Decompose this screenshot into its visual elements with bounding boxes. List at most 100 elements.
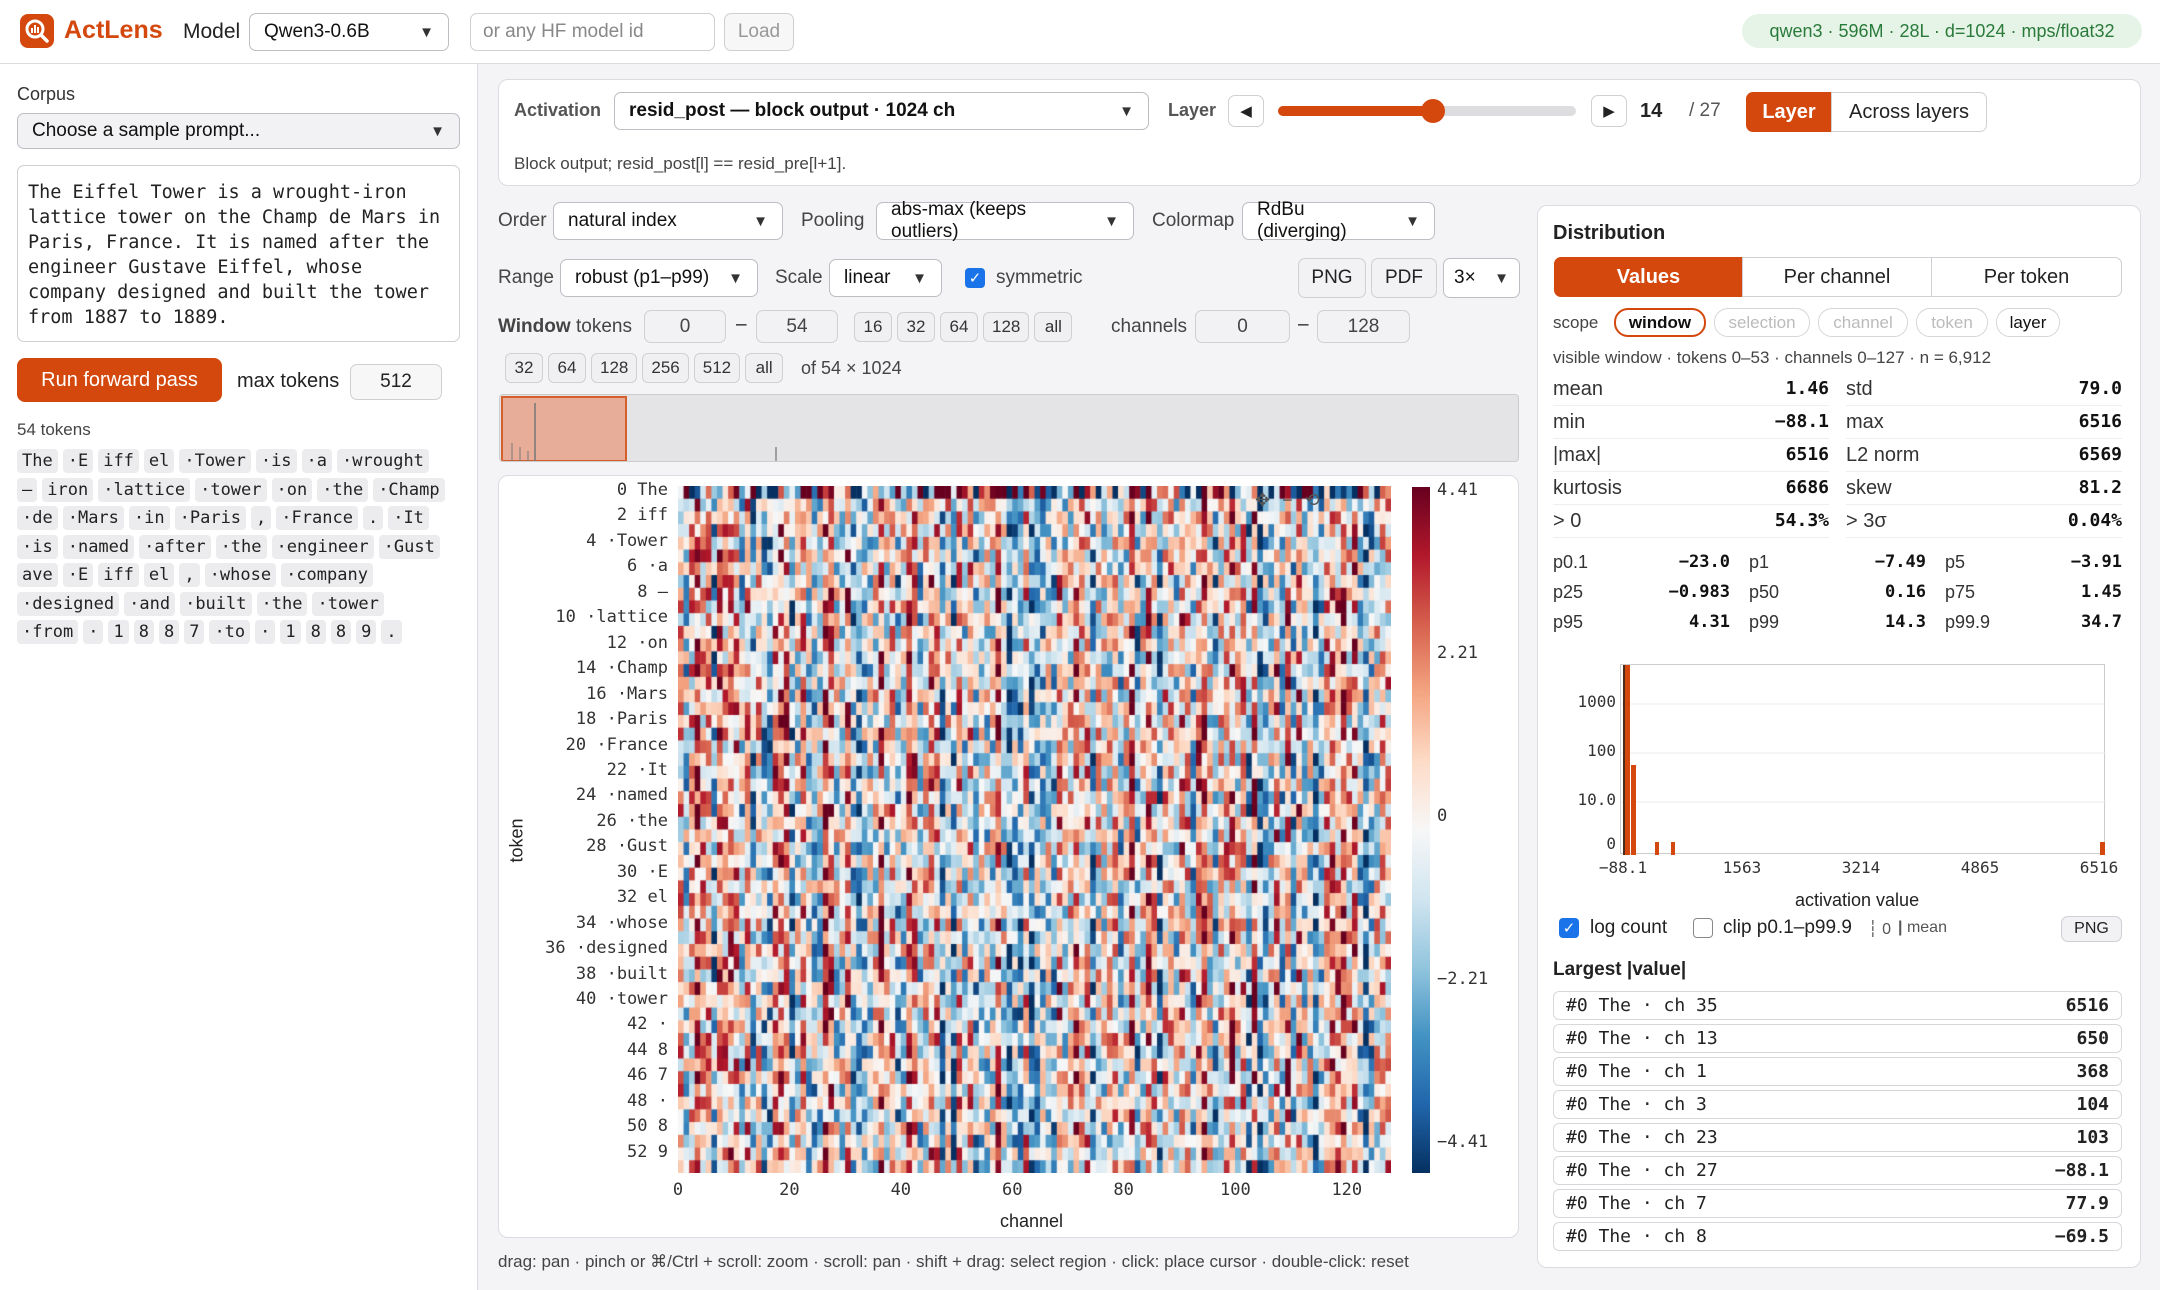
token-chip[interactable]: ·to — [209, 620, 251, 644]
token-chip[interactable]: ·designed — [17, 591, 120, 616]
token-chip[interactable]: · — [255, 620, 276, 644]
token-chip[interactable]: ·engineer — [271, 534, 374, 559]
token-to-input[interactable]: 54 — [756, 310, 838, 343]
sample-prompt-select[interactable]: Choose a sample prompt... ▼ — [17, 113, 460, 149]
token-chip[interactable]: The — [17, 449, 58, 473]
token-chip[interactable]: ·a — [301, 449, 333, 473]
channel-preset-button[interactable]: 64 — [548, 353, 586, 383]
token-chip[interactable]: el — [143, 563, 175, 587]
token-chip[interactable]: 8 — [305, 620, 326, 644]
token-chip[interactable]: , — [179, 563, 200, 587]
range-select[interactable]: robust (p1–p99) ▼ — [560, 259, 758, 297]
scope-token[interactable]: token — [1916, 308, 1988, 337]
token-chip[interactable]: ·E — [62, 449, 94, 473]
largest-row[interactable]: #0 The · ch 13 650 — [1553, 1024, 2122, 1053]
log-count-checkbox[interactable]: ✓ — [1559, 918, 1579, 938]
largest-row[interactable]: #0 The · ch 23 103 — [1553, 1123, 2122, 1152]
activation-select[interactable]: resid_post — block output · 1024 ch ▼ — [614, 92, 1149, 130]
largest-row[interactable]: #0 The · ch 7 77.9 — [1553, 1189, 2122, 1218]
token-chip[interactable]: ·is — [255, 449, 297, 473]
largest-row[interactable]: #0 The · ch 35 6516 — [1553, 991, 2122, 1020]
heatmap-canvas[interactable] — [678, 486, 1391, 1173]
token-chip[interactable]: ·the — [256, 591, 308, 616]
channel-preset-button[interactable]: 128 — [591, 353, 638, 383]
largest-row[interactable]: #0 The · ch 27 −88.1 — [1553, 1156, 2122, 1185]
scale-select[interactable]: linear ▼ — [829, 259, 942, 297]
token-chip[interactable]: 8 — [158, 620, 180, 644]
tab-values[interactable]: Values — [1554, 257, 1743, 297]
token-chip[interactable]: , — [251, 506, 272, 530]
token-chip[interactable]: ·from — [17, 620, 79, 644]
token-preset-button[interactable]: 128 — [983, 312, 1030, 342]
token-chip[interactable]: ·It — [388, 506, 429, 530]
token-chip[interactable]: · — [83, 620, 104, 644]
layer-mode-button[interactable]: Layer — [1746, 92, 1832, 132]
next-layer-button[interactable]: ▶ — [1591, 95, 1627, 127]
histogram-png-button[interactable]: PNG — [2061, 916, 2122, 942]
token-chip[interactable]: ave — [17, 563, 58, 587]
token-chip[interactable]: – — [17, 477, 38, 502]
token-chip[interactable]: iff — [98, 449, 139, 473]
prompt-textarea[interactable]: The Eiffel Tower is a wrought-iron latti… — [17, 165, 460, 342]
token-chip[interactable]: el — [143, 449, 175, 473]
largest-row[interactable]: #0 The · ch 1 368 — [1553, 1057, 2122, 1086]
token-chip[interactable]: 9 — [356, 620, 377, 644]
run-forward-pass-button[interactable]: Run forward pass — [17, 358, 222, 402]
token-chip[interactable]: 7 — [184, 620, 205, 644]
colormap-select[interactable]: RdBu (diverging) ▼ — [1242, 199, 1435, 242]
across-layers-button[interactable]: Across layers — [1831, 92, 1987, 132]
channel-preset-button[interactable]: all — [745, 353, 784, 383]
clip-checkbox[interactable] — [1693, 918, 1713, 938]
channel-preset-button[interactable]: 256 — [642, 353, 689, 383]
token-chip[interactable]: ·France — [276, 506, 358, 530]
order-select[interactable]: natural index ▼ — [553, 202, 783, 240]
token-preset-button[interactable]: all — [1034, 312, 1073, 342]
heatmap-pdf-button[interactable]: PDF — [1371, 258, 1437, 298]
token-chip[interactable]: ·on — [271, 477, 313, 502]
token-chip[interactable]: ·lattice — [98, 477, 191, 502]
token-chip[interactable]: ·company — [281, 563, 373, 587]
token-chip[interactable]: ·de — [17, 506, 58, 530]
token-chip[interactable]: ·in — [128, 506, 170, 530]
zoom-select[interactable]: 3× ▼ — [1443, 258, 1520, 298]
layer-slider-thumb[interactable] — [1420, 99, 1445, 123]
scope-window[interactable]: window — [1614, 308, 1706, 337]
token-chip[interactable]: ·wrought — [337, 449, 429, 473]
zoom-out-icon[interactable]: − — [1282, 490, 1293, 511]
token-chip[interactable]: ·E — [62, 563, 94, 587]
tab-per-channel[interactable]: Per channel — [1742, 257, 1932, 297]
prev-layer-button[interactable]: ◀ — [1228, 95, 1264, 127]
hf-model-input[interactable]: or any HF model id — [470, 13, 715, 51]
max-tokens-input[interactable]: 512 — [350, 364, 442, 400]
channel-from-input[interactable]: 0 — [1195, 310, 1290, 343]
token-chip[interactable]: ·whose — [204, 563, 277, 587]
token-from-input[interactable]: 0 — [644, 310, 726, 343]
model-select[interactable]: Qwen3-0.6B ▼ — [249, 13, 449, 51]
token-chip[interactable]: ·named — [62, 534, 135, 559]
token-chip[interactable]: ·Tower — [179, 449, 251, 473]
largest-row[interactable]: #0 The · ch 3 104 — [1553, 1090, 2122, 1119]
load-button[interactable]: Load — [724, 13, 794, 51]
scope-layer[interactable]: layer — [1996, 308, 2060, 337]
token-chip[interactable]: ·the — [317, 477, 369, 502]
token-chip[interactable]: . — [381, 620, 402, 644]
token-chip[interactable]: ·Mars — [62, 506, 124, 530]
scope-selection[interactable]: selection — [1714, 308, 1810, 337]
token-chip[interactable]: iff — [98, 563, 139, 587]
token-chip[interactable]: 1 — [280, 620, 301, 644]
token-chip[interactable]: ·and — [124, 591, 176, 616]
scope-channel[interactable]: channel — [1818, 308, 1908, 337]
token-preset-button[interactable]: 64 — [940, 312, 978, 342]
reset-icon[interactable]: ⟲ — [1305, 490, 1320, 511]
minimap[interactable] — [499, 394, 1519, 462]
token-chip[interactable]: 8 — [330, 620, 352, 644]
token-chip[interactable]: ·built — [180, 591, 252, 616]
pan-icon[interactable]: ✥ — [1255, 490, 1270, 511]
token-chip[interactable]: ·Champ — [373, 477, 445, 502]
token-chip[interactable]: ·Gust — [378, 534, 440, 559]
symmetric-checkbox[interactable]: ✓ — [965, 268, 985, 288]
token-chip[interactable]: ·the — [215, 534, 267, 559]
token-chip[interactable]: 1 — [108, 620, 129, 644]
heatmap-png-button[interactable]: PNG — [1298, 258, 1366, 298]
token-chip[interactable]: ·after — [139, 534, 211, 559]
